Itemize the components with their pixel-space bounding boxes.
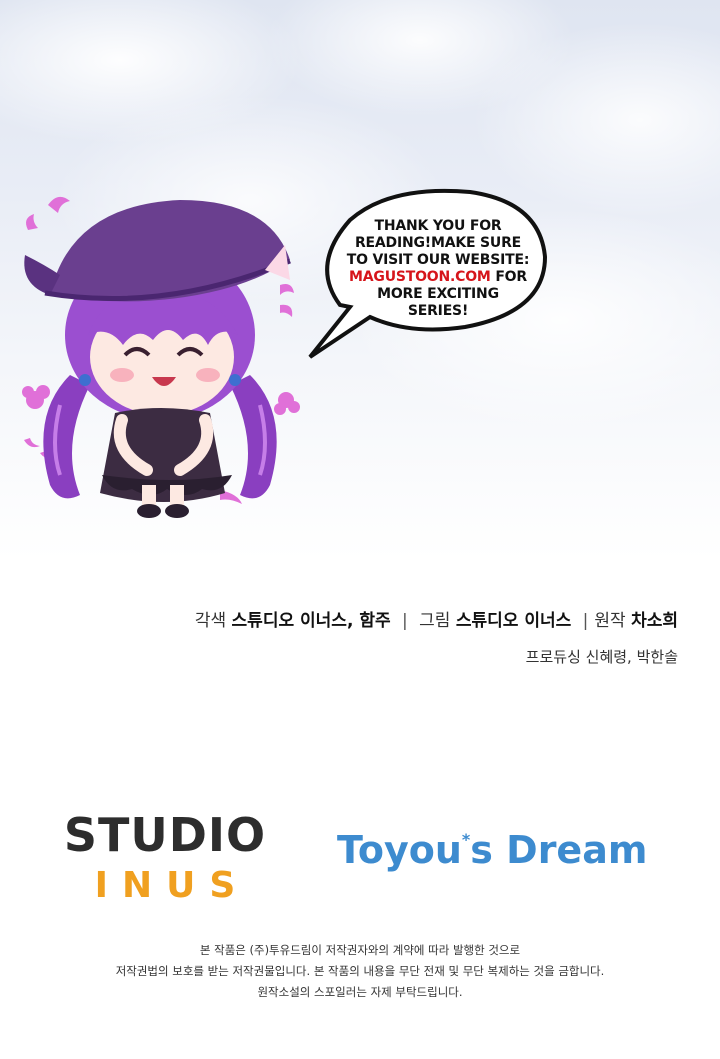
art-label: 그림 — [419, 611, 451, 631]
bubble-line: MORE EXCITING — [377, 286, 499, 302]
producing-value: 신혜령, 박한솔 — [585, 648, 678, 666]
bubble-line: SERIES! — [407, 303, 469, 319]
toyou-logo-part2: s Dream — [470, 828, 648, 872]
copyright-notice: 본 작품은 (주)투유드림이 저작권자와의 계약에 따라 발행한 것으로 저작권… — [0, 940, 720, 1003]
producing-label: 프로듀싱 — [525, 648, 581, 666]
credits-block: 각색 스튜디오 이너스, 함주 | 그림 스튜디오 이너스 | 원작 차소희 프로… — [195, 608, 678, 670]
credits-separator: | — [582, 611, 589, 631]
toyous-dream-logo: Toyou*s Dream — [337, 828, 647, 872]
adaptation-value: 스튜디오 이너스, 함주 — [231, 611, 391, 631]
bubble-line-fragment: FOR — [490, 269, 527, 285]
art-value: 스튜디오 이너스 — [455, 611, 572, 631]
studio-logo-line1: STUDIO — [63, 808, 267, 862]
credits-main-line: 각색 스튜디오 이너스, 함주 | 그림 스튜디오 이너스 | 원작 차소희 — [195, 608, 678, 634]
notice-line: 저작권법의 보호를 받는 저작권물입니다. 본 작품의 내용을 무단 전재 및 … — [115, 964, 605, 978]
studio-logo-line2: INUS — [94, 865, 250, 906]
bubble-line: READING!MAKE SURE — [354, 235, 522, 251]
credits-producing-line: 프로듀싱 신혜령, 박한솔 — [195, 644, 678, 670]
studio-inus-logo: STUDIO INUS — [60, 810, 270, 908]
adaptation-label: 각색 — [194, 611, 227, 631]
chibi-character-illustration — [22, 196, 300, 518]
bubble-line: THANK YOU FOR — [374, 218, 502, 234]
website-link[interactable]: MAGUSTOON.COM — [349, 269, 491, 285]
credits-separator: | — [402, 611, 408, 631]
bubble-line-website: MAGUSTOON.COM FOR — [343, 269, 533, 286]
notice-line: 본 작품은 (주)투유드림이 저작권자와의 계약에 따라 발행한 것으로 — [199, 943, 521, 957]
notice-line: 원작소설의 스포일러는 자제 부탁드립니다. — [257, 985, 463, 999]
toyou-logo-part1: Toyou — [337, 828, 462, 872]
original-value: 차소희 — [631, 611, 678, 631]
bubble-line: TO VISIT OUR WEBSITE: — [346, 252, 530, 268]
speech-bubble-text: THANK YOU FOR READING!MAKE SURE TO VISIT… — [343, 218, 533, 320]
original-label: 원작 — [594, 611, 626, 631]
